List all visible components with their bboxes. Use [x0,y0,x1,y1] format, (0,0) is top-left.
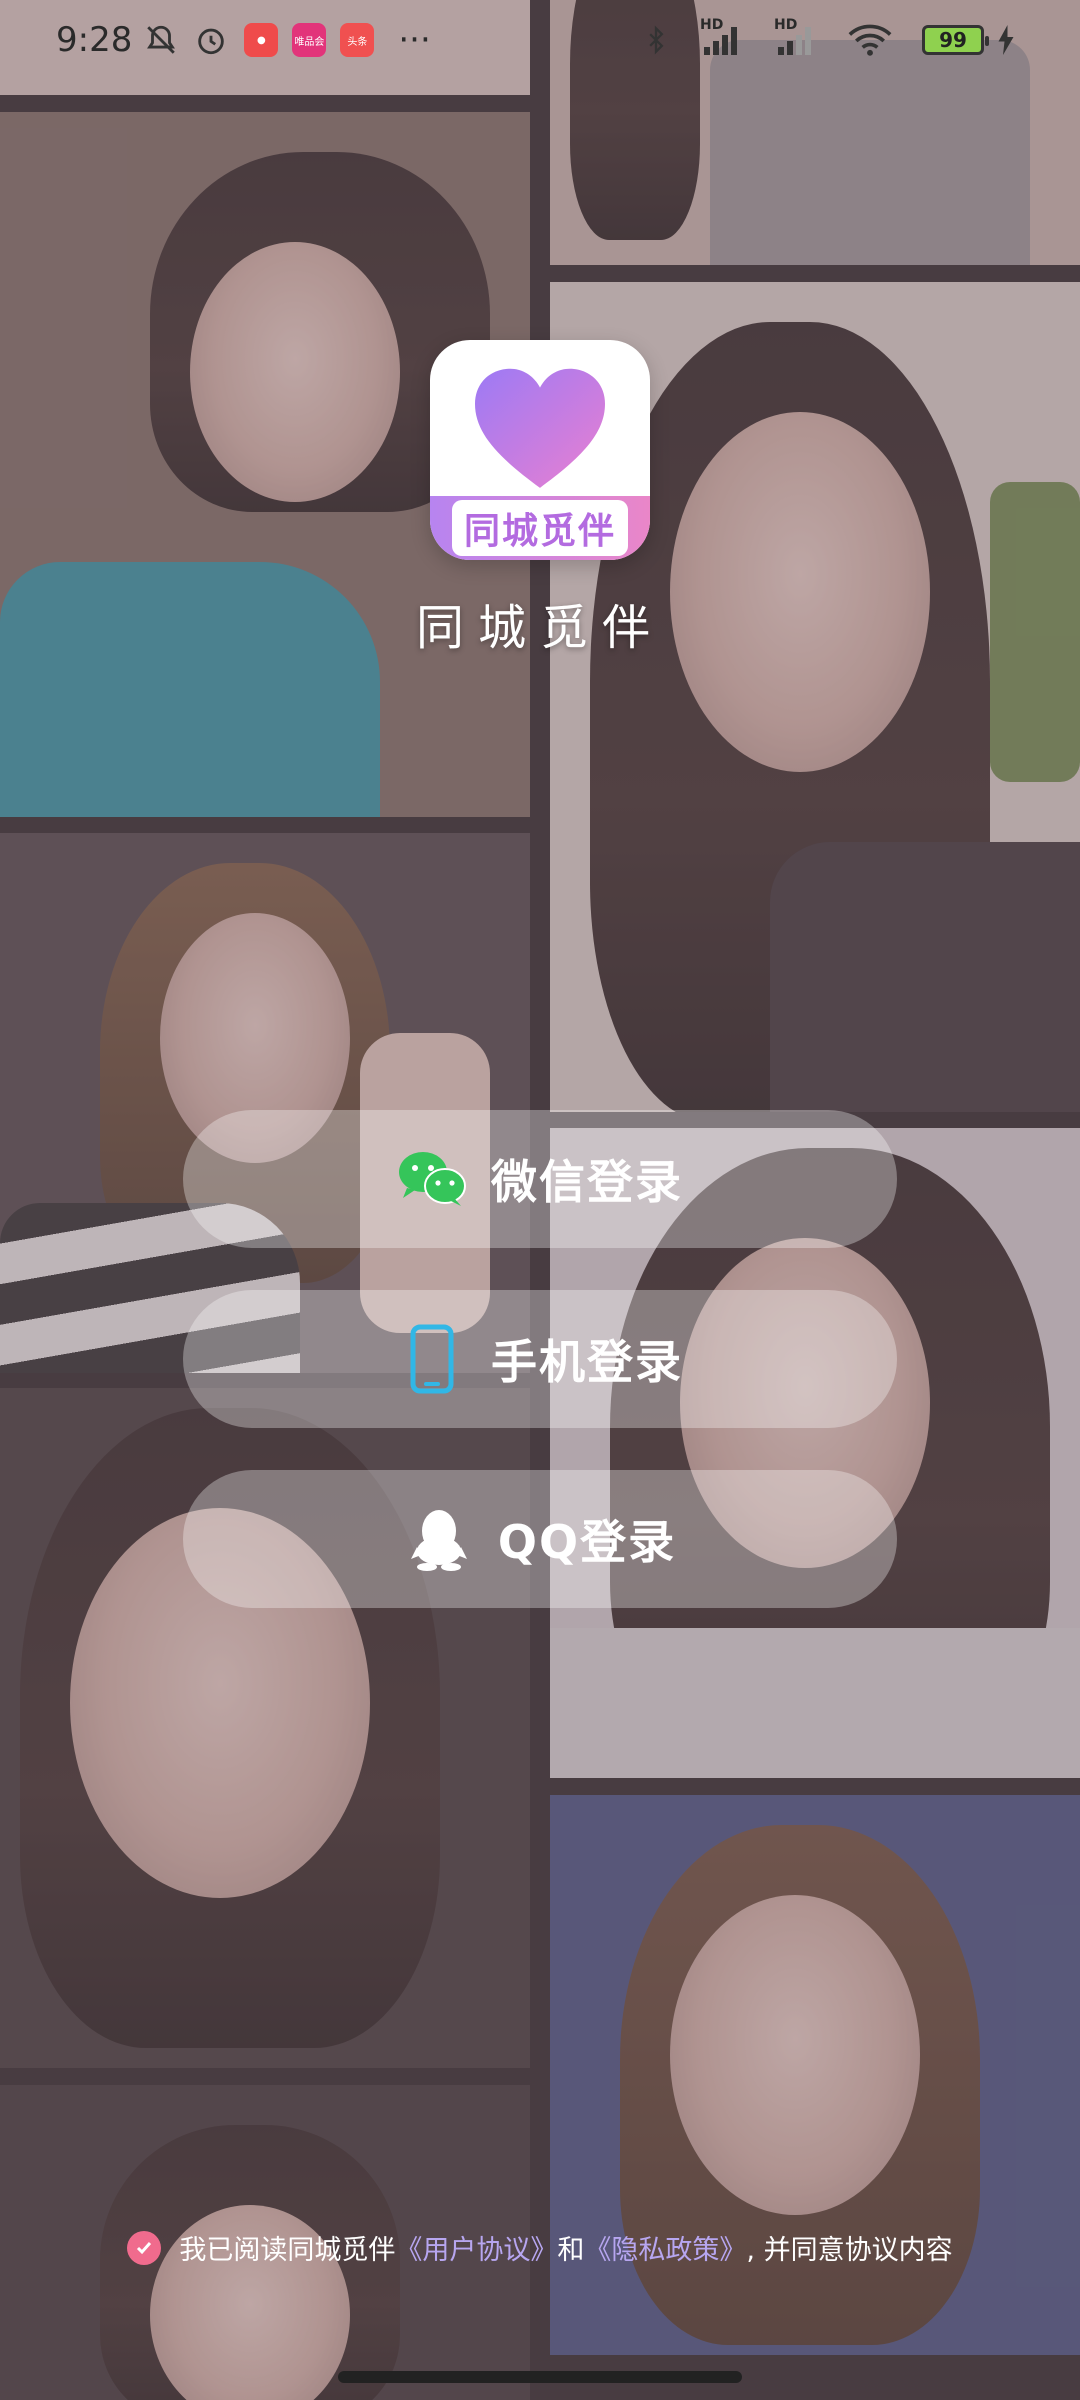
agreement-checkbox[interactable] [127,2230,162,2265]
charging-icon [998,25,1014,55]
phone-login-button[interactable]: 手机登录 [183,1290,897,1428]
phone-login-label: 手机登录 [491,1335,683,1389]
qq-penguin-icon [404,1504,474,1574]
logo-band-text: 同城觅伴 [451,500,628,556]
signal-icon: HD [774,17,818,57]
wifi-icon [848,23,892,57]
wechat-login-button[interactable]: 微信登录 [183,1110,897,1248]
qq-login-label: QQ登录 [497,1515,677,1569]
status-bar: 9:28 ● 唯品会 头条 ··· HD HD 99 [0,0,1080,80]
qq-login-button[interactable]: QQ登录 [183,1470,897,1608]
bluetooth-icon [642,23,670,57]
agreement-row: 我已阅读同城觅伴 《用户协议》 和 《隐私政策》 , 并同意协议内容 [0,2228,1080,2267]
wechat-icon [397,1144,467,1214]
app-notification-icon: 唯品会 [292,23,327,57]
privacy-policy-link[interactable]: 《隐私政策》 [584,2228,746,2267]
app-notification-icon: 头条 [340,23,375,57]
check-icon [137,2241,152,2254]
signal-icon: HD [700,17,744,57]
agreement-suffix: , 并同意协议内容 [746,2235,953,2266]
user-agreement-link[interactable]: 《用户协议》 [395,2228,557,2267]
more-notifications-icon: ··· [398,20,431,60]
agreement-and: 和 [557,2235,585,2266]
app-notification-icon: ● [244,23,279,57]
home-indicator[interactable] [338,2371,742,2383]
app-name: 同城觅伴 [415,600,664,656]
app-logo: 同城觅伴 [430,340,650,560]
battery-level: 99 [939,28,967,52]
status-time: 9:28 [56,20,133,60]
agreement-prefix: 我已阅读同城觅伴 [179,2235,396,2266]
logo-band: 同城觅伴 [430,496,650,560]
phone-icon [397,1324,467,1394]
alarm-icon [194,23,228,57]
heart-icon [475,368,605,488]
battery-icon: 99 [922,25,989,55]
login-screen: 9:28 ● 唯品会 头条 ··· HD HD 99 同城觅伴 同城觅伴 微信登… [0,0,1080,2400]
mute-bell-icon [144,23,178,57]
wechat-login-label: 微信登录 [491,1155,683,1209]
